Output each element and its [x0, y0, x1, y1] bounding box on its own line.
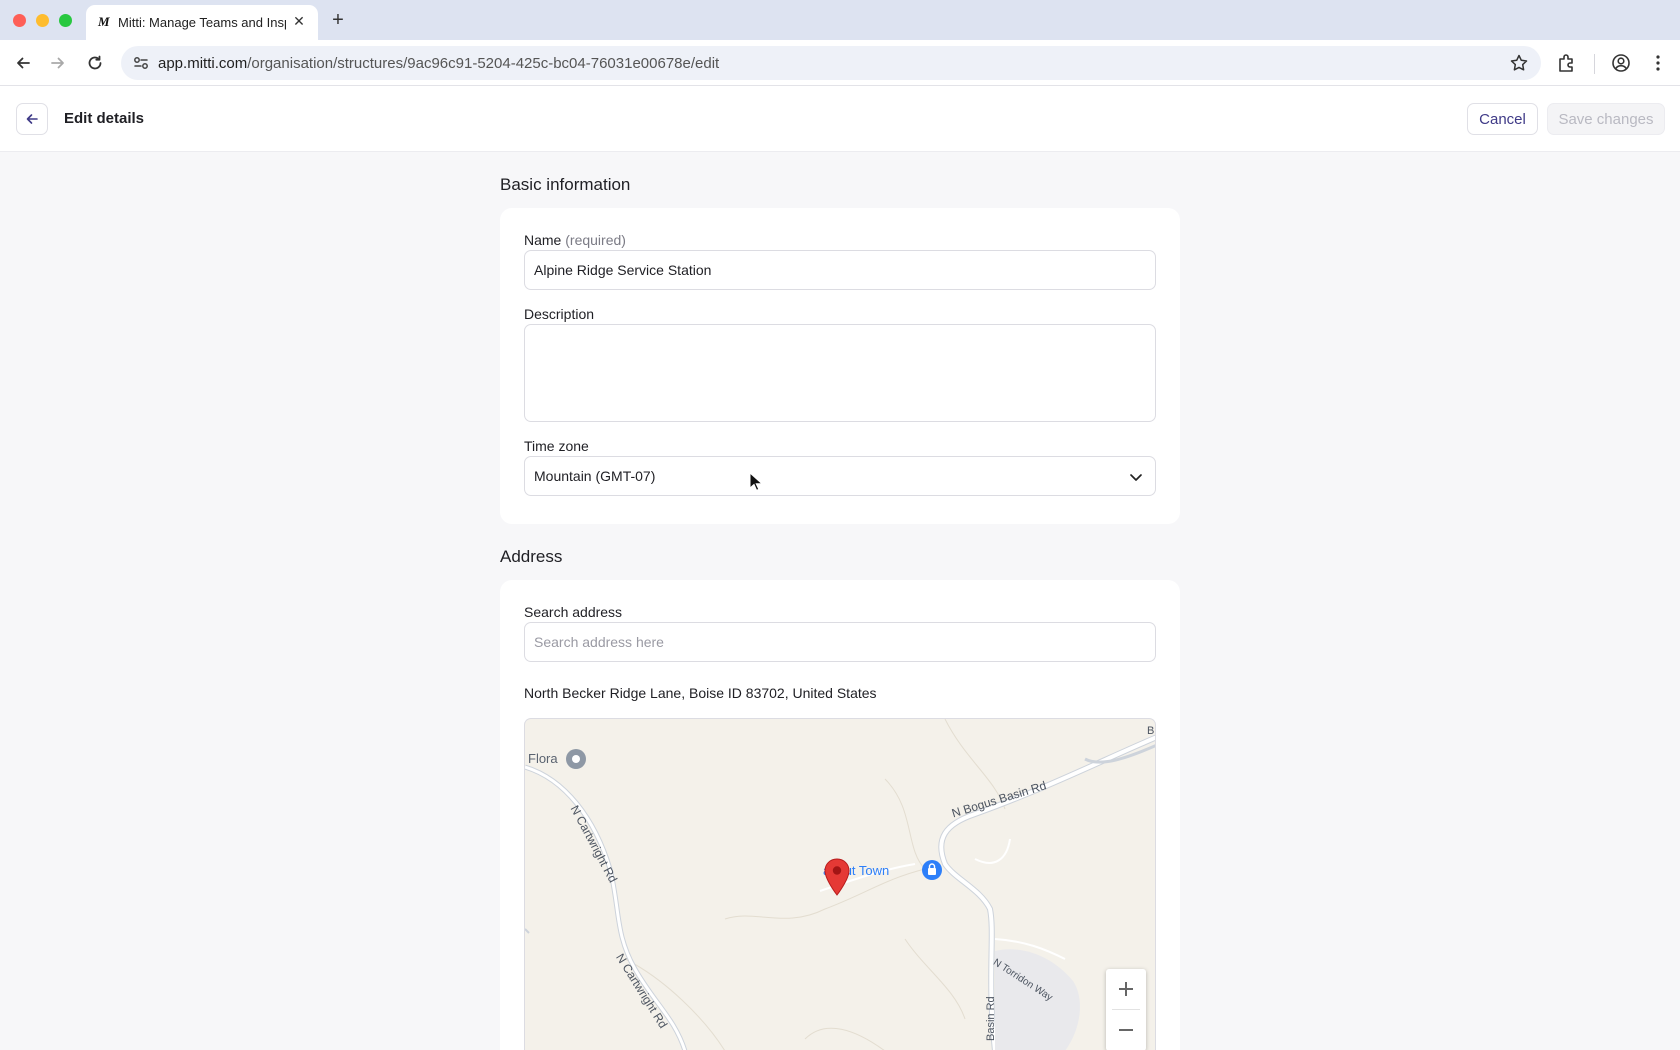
description-textarea[interactable] [524, 324, 1156, 422]
page-title: Edit details [64, 110, 145, 127]
arrow-left-icon [26, 114, 38, 124]
tab-close-icon[interactable]: ✕ [290, 12, 308, 30]
window-close-button[interactable] [13, 14, 26, 27]
profile-avatar-icon[interactable] [1610, 52, 1632, 74]
map-poi-shopping-icon[interactable] [921, 859, 943, 881]
map-zoom-in-button[interactable] [1106, 969, 1146, 1009]
mitti-favicon-icon: M [98, 14, 110, 29]
back-arrow-icon[interactable] [9, 49, 37, 77]
name-input[interactable] [524, 250, 1156, 290]
description-label: Description [524, 306, 595, 322]
forward-arrow-icon[interactable] [44, 49, 72, 77]
address-map[interactable]: Flora N Cartwright Rd N Cartwright Rd N … [524, 718, 1156, 1050]
save-changes-button[interactable]: Save changes [1547, 103, 1665, 135]
plus-icon [1119, 982, 1133, 996]
mouse-cursor-icon [749, 472, 763, 491]
address-heading: Address [500, 547, 563, 566]
map-zoom-out-button[interactable] [1106, 1010, 1146, 1050]
toolbar-divider [1594, 54, 1595, 74]
cancel-button[interactable]: Cancel [1467, 103, 1538, 135]
address-bar[interactable]: app.mitti.com/organisation/structures/9a… [121, 46, 1541, 80]
browser-toolbar: app.mitti.com/organisation/structures/9a… [0, 40, 1680, 86]
browser-tab-bar: M Mitti: Manage Teams and Inspections ✕ … [0, 0, 1680, 40]
window-maximize-button[interactable] [59, 14, 72, 27]
map-label-edge-letter: B [1147, 725, 1155, 737]
site-settings-icon[interactable] [132, 54, 150, 72]
search-address-input[interactable] [524, 622, 1156, 662]
map-zoom-control [1106, 969, 1146, 1050]
browser-menu-kebab-icon[interactable] [1647, 52, 1669, 74]
map-place-pin-icon [566, 749, 586, 769]
timezone-select[interactable]: Mountain (GMT-07) [524, 456, 1156, 496]
timezone-selected-value: Mountain (GMT-07) [534, 468, 656, 484]
bookmark-star-icon[interactable] [1509, 53, 1529, 73]
basic-information-heading: Basic information [500, 175, 631, 194]
back-button[interactable] [16, 103, 48, 135]
map-label-basin-rd: Basin Rd [985, 996, 997, 1041]
required-hint: (required) [565, 232, 626, 248]
search-address-label: Search address [524, 604, 623, 620]
url-path: /organisation/structures/9ac96c91-5204-4… [247, 55, 720, 72]
browser-tab-active[interactable]: M Mitti: Manage Teams and Inspections ✕ [86, 5, 318, 40]
page-header: Edit details Cancel Save changes [0, 86, 1680, 152]
name-label: Name (required) [524, 232, 626, 248]
map-label-flora: Flora [528, 751, 558, 766]
timezone-label: Time zone [524, 438, 589, 454]
chevron-down-icon [1130, 474, 1142, 481]
reload-icon[interactable] [81, 49, 109, 77]
url-host: app.mitti.com [158, 55, 248, 72]
name-label-text: Name [524, 232, 562, 248]
minus-icon [1119, 1029, 1133, 1031]
basic-information-card: Name (required) Description Time zone Mo… [500, 208, 1180, 524]
window-minimize-button[interactable] [36, 14, 49, 27]
selected-address-text: North Becker Ridge Lane, Boise ID 83702,… [524, 685, 877, 701]
new-tab-plus-icon[interactable]: + [326, 9, 350, 31]
tab-title: Mitti: Manage Teams and Inspections [118, 15, 286, 30]
extensions-puzzle-icon[interactable] [1556, 52, 1578, 74]
map-location-marker-icon[interactable] [823, 858, 851, 896]
url-text: app.mitti.com/organisation/structures/9a… [158, 55, 719, 72]
